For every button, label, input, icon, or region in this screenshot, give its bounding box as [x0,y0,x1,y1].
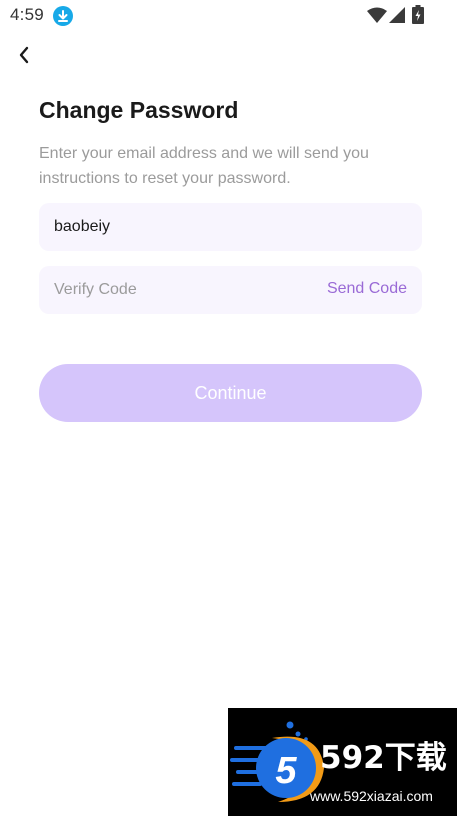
signal-icon [389,7,405,23]
watermark-url: www.592xiazai.com [310,788,433,804]
page-title: Change Password [39,97,239,123]
change-password-screen: 4:59 Change Password Enter your email ad… [0,0,460,818]
verify-code-input[interactable] [39,266,309,314]
wifi-icon [367,7,387,23]
back-button[interactable] [12,42,38,68]
verify-code-field[interactable]: Send Code [39,266,422,314]
download-icon [53,6,73,26]
page-description: Enter your email address and we will sen… [39,145,369,187]
battery-icon [412,5,424,24]
chevron-left-icon [19,46,29,64]
watermark: 5 592下载 www.592xiazai.com [228,708,457,816]
status-bar: 4:59 [0,0,460,32]
email-field[interactable] [39,203,422,251]
continue-button[interactable]: Continue [39,364,422,422]
svg-text:5: 5 [275,750,297,792]
watermark-brand: 592下载 [320,740,447,776]
status-time: 4:59 [10,5,44,24]
send-code-button[interactable]: Send Code [327,280,407,298]
email-input[interactable] [39,203,422,251]
